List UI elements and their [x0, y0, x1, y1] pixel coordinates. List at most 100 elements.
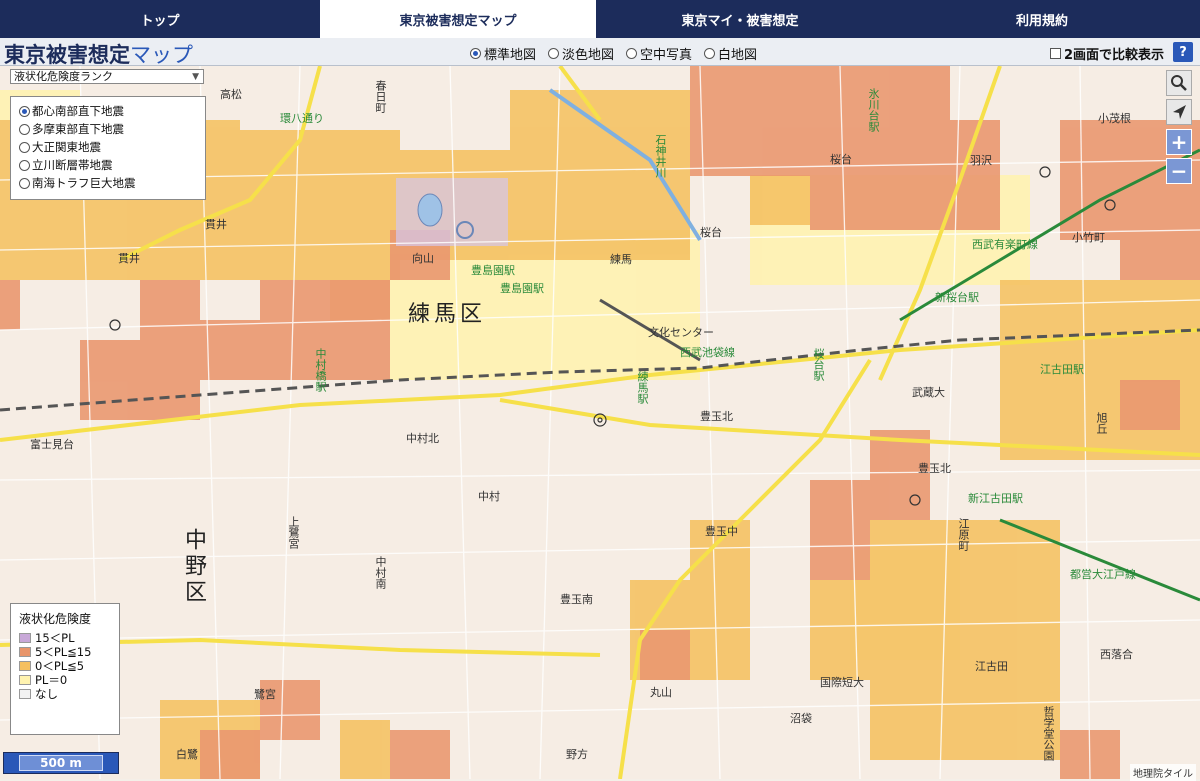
- basemap-blank[interactable]: 白地図: [704, 44, 757, 63]
- basemap-label: 空中写真: [640, 48, 693, 63]
- station-label: 新桜台駅: [935, 291, 979, 304]
- radio-icon[interactable]: [704, 48, 716, 59]
- station-label: 中村橋駅: [314, 348, 327, 392]
- radio-icon[interactable]: [19, 123, 30, 135]
- town-label: 上鷺宮: [287, 516, 300, 549]
- legend-item: 15＜PL: [19, 631, 119, 645]
- town-label: 西落合: [1100, 648, 1133, 661]
- basemap-selector: 標準地図 淡色地図 空中写真 白地図: [470, 44, 757, 63]
- top-nav: トップ 東京被害想定マップ 東京マイ・被害想定 利用規約: [0, 0, 1200, 38]
- legend-item: なし: [19, 687, 119, 701]
- tab-top[interactable]: トップ: [0, 0, 320, 38]
- logo-main: 東京被害想定: [4, 43, 130, 67]
- basemap-label: 白地図: [718, 48, 758, 63]
- town-label: 桜台: [700, 226, 722, 239]
- town-label: 貫井: [118, 252, 140, 265]
- place-label: 文化センター: [648, 326, 714, 339]
- zoom-out-button[interactable]: −: [1166, 158, 1192, 184]
- radio-icon[interactable]: [626, 48, 638, 59]
- legend-item: 0＜PL≦5: [19, 659, 119, 673]
- radio-icon[interactable]: [548, 48, 560, 59]
- railway-label: 西武有楽町線: [972, 238, 1038, 251]
- legend-panel: 液状化危険度 15＜PL 5＜PL≦15 0＜PL≦5 PL＝0 なし: [10, 603, 120, 735]
- basemap-label: 淡色地図: [562, 48, 615, 63]
- station-label: 江古田駅: [1040, 363, 1084, 376]
- town-label: 春日町: [374, 80, 387, 113]
- town-label: 江古田: [975, 660, 1008, 673]
- railway-label: 西武池袋線: [680, 346, 735, 359]
- ward-label-nerima: 練馬区: [408, 302, 487, 327]
- legend-title: 液状化危険度: [19, 612, 92, 626]
- layer-select-value: 液状化危険度ランク: [14, 70, 113, 83]
- town-label: 中村北: [406, 432, 439, 445]
- town-label: 中村南: [374, 556, 387, 589]
- chevron-down-icon: ▼: [192, 72, 199, 82]
- town-label: 向山: [412, 252, 434, 265]
- town-label: 豊玉南: [560, 593, 593, 606]
- town-label: 沼袋: [790, 712, 812, 725]
- app-logo[interactable]: 東京被害想定マップ: [4, 39, 193, 69]
- scenario-label: 多摩東部直下地震: [32, 122, 124, 136]
- park-layer: [396, 178, 508, 246]
- tab-terms[interactable]: 利用規約: [884, 0, 1200, 38]
- scenario-label: 立川断層帯地震: [32, 158, 113, 172]
- scenario-option[interactable]: 南海トラフ巨大地震: [19, 174, 205, 192]
- station-label: 新江古田駅: [968, 492, 1023, 505]
- search-icon: [1171, 75, 1187, 91]
- road-label: 環八通り: [280, 112, 324, 125]
- station-label: 桜台駅: [812, 348, 825, 381]
- compare-label: 2画面で比較表示: [1064, 48, 1165, 63]
- town-label: 小茂根: [1098, 112, 1131, 125]
- legend-item: 5＜PL≦15: [19, 645, 119, 659]
- town-label: 豊玉中: [705, 525, 738, 538]
- station-label: 氷川台駅: [867, 88, 880, 132]
- radio-icon[interactable]: [19, 105, 30, 117]
- locate-button[interactable]: [1166, 99, 1192, 125]
- ward-label-nakano: 中野区: [181, 528, 206, 606]
- attribution[interactable]: 地理院タイル: [1130, 764, 1196, 781]
- locate-arrow-icon: [1173, 105, 1186, 119]
- radio-icon[interactable]: [19, 141, 30, 153]
- legend-swatch: [19, 661, 31, 671]
- basemap-pale[interactable]: 淡色地図: [548, 44, 614, 63]
- town-label: 高松: [220, 88, 242, 101]
- basemap-label: 標準地図: [484, 48, 537, 63]
- town-label: 桜台: [830, 153, 852, 166]
- scenario-panel: 都心南部直下地震 多摩東部直下地震 大正関東地震 立川断層帯地震 南海トラフ巨大…: [10, 96, 206, 200]
- place-label: 武蔵大: [912, 386, 945, 399]
- radio-icon[interactable]: [19, 159, 30, 171]
- compare-toggle[interactable]: 2画面で比較表示: [1050, 44, 1164, 63]
- place-label: 国際短大: [820, 676, 864, 689]
- town-label: 旭丘: [1095, 412, 1108, 434]
- place-label: 哲学堂公園: [1042, 706, 1055, 761]
- scenario-label: 大正関東地震: [32, 140, 101, 154]
- scenario-label: 南海トラフ巨大地震: [32, 176, 136, 190]
- town-label: 練馬: [610, 253, 632, 266]
- checkbox-icon[interactable]: [1050, 48, 1061, 59]
- town-label: 江原町: [957, 518, 970, 551]
- scenario-option[interactable]: 大正関東地震: [19, 138, 205, 156]
- zoom-in-button[interactable]: +: [1166, 129, 1192, 155]
- scenario-option[interactable]: 都心南部直下地震: [19, 102, 205, 120]
- scale-bar-label: 500 m: [19, 755, 103, 771]
- layer-select[interactable]: 液状化危険度ランク ▼: [10, 69, 204, 84]
- help-button[interactable]: ?: [1173, 42, 1193, 62]
- toolbar: 東京被害想定マップ 標準地図 淡色地図 空中写真 白地図 2画面で比較表示: [0, 38, 1200, 69]
- scenario-option[interactable]: 立川断層帯地震: [19, 156, 205, 174]
- tab-damage-map[interactable]: 東京被害想定マップ: [320, 0, 596, 38]
- tab-my-damage[interactable]: 東京マイ・被害想定: [596, 0, 884, 38]
- town-label: 富士見台: [30, 438, 74, 451]
- river-label: 石神井川: [654, 134, 667, 178]
- legend-swatch: [19, 647, 31, 657]
- scale-bar: 500 m: [3, 752, 119, 774]
- basemap-standard[interactable]: 標準地図: [470, 44, 536, 63]
- town-label: 鷺宮: [254, 688, 276, 701]
- town-label: 中村: [478, 490, 500, 503]
- radio-icon[interactable]: [470, 48, 481, 59]
- station-label: 豊島園駅: [500, 282, 544, 295]
- legend-label: なし: [35, 687, 58, 701]
- search-button[interactable]: [1166, 70, 1192, 96]
- scenario-option[interactable]: 多摩東部直下地震: [19, 120, 205, 138]
- basemap-photo[interactable]: 空中写真: [626, 44, 692, 63]
- radio-icon[interactable]: [19, 177, 30, 189]
